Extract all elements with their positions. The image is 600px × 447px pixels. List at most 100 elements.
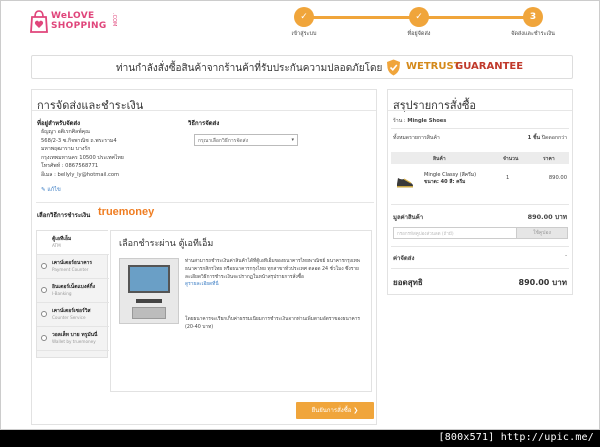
method-sub: I-Banking <box>52 291 72 296</box>
atm-details-link[interactable]: ดูรายละเอียดที่นี่ <box>185 281 367 289</box>
atm-payment-details: เลือกชำระผ่าน ตู้เอทีเอ็ม ท่านสามารถชำระ… <box>110 230 372 392</box>
item-count: 1 ชิ้น ปิดดอกกว่า <box>528 134 567 142</box>
shopping-bag-icon <box>30 10 48 33</box>
shipping-fee-value: - <box>565 253 567 259</box>
step-2-check-icon: ✓ <box>409 7 429 27</box>
logo-text: WeLOVE SHOPPING <box>51 11 107 31</box>
logo-line-2: SHOPPING <box>51 21 107 31</box>
method-sub: Counter Service <box>52 315 86 320</box>
coupon-input[interactable]: กรอกรหัสคูปองส่วนลด (ถ้ามี) <box>393 227 517 239</box>
shipping-select-value: กรุณาเลือกวิธีการจัดส่ง <box>198 138 249 144</box>
radio-button[interactable] <box>41 311 47 317</box>
divider <box>391 268 569 269</box>
method-name: เคาน์เตอร์เซอร์วิส <box>52 308 91 314</box>
guarantee-banner: ท่านกำลังสั่งซื้อสินค้าจากร้านค้าที่รับป… <box>31 55 573 79</box>
divider <box>36 202 374 203</box>
payment-method-list: ตู้เอทีเอ็ม ATM เคาน์เตอร์ธนาคาร Payment… <box>36 230 109 358</box>
method-sub: Wallet by truemoney <box>52 339 96 344</box>
radio-button[interactable] <box>41 287 47 293</box>
address-line: 568/2-3 ซ.กิจพาณิช ถ.พระราม4 <box>41 137 117 144</box>
method-name: วอลเล็ท บาย ทรูมันนี่ <box>52 332 98 338</box>
payment-method-wallet[interactable]: วอลเล็ท บาย ทรูมันนี่ Wallet by truemone… <box>37 327 109 351</box>
atm-fee-note: โดยธนาคารจะเรียกเก็บค่าธรรมเนียมการชำระเ… <box>185 317 360 330</box>
divider <box>391 204 569 205</box>
summary-title: สรุปรายการสั่งซื้อ <box>393 99 477 112</box>
product-qty: 1 <box>506 175 510 181</box>
table-header: สินค้า จำนวน ราคา <box>391 152 569 164</box>
truemoney-logo: truemoney <box>98 206 155 218</box>
site-logo[interactable]: WeLOVE SHOPPING .COM <box>29 9 121 39</box>
shipping-payment-panel: การจัดส่งและชำระเงิน ที่อยู่สำหรับจัดส่ง… <box>31 89 377 425</box>
banner-text: ท่านกำลังสั่งซื้อสินค้าจากร้านค้าที่รับป… <box>116 63 383 74</box>
item-count-label: ทั้งหมดรายการสินค้า <box>393 135 440 141</box>
address-email: อีเมล : bellyly_ly@hotmail.com <box>41 171 120 178</box>
method-sub: Payment Counter <box>52 267 89 272</box>
method-name: อินเตอร์เน็ตแบงค์กิ้ง <box>52 284 96 290</box>
item-count-value: 1 ชิ้น <box>527 135 541 141</box>
atm-machine-image <box>119 258 179 324</box>
step-3-number: 3 <box>523 7 543 27</box>
order-summary-panel: สรุปรายการสั่งซื้อ ร้าน : Mingle Shoes ท… <box>387 89 573 295</box>
product-price: 890.00 <box>548 175 567 181</box>
image-host-bar: [800x571] http://upic.me/ <box>0 430 600 447</box>
payment-method-counter-service[interactable]: เคาน์เตอร์เซอร์วิส Counter Service <box>37 303 109 327</box>
method-sub: ATM <box>52 243 61 248</box>
shop-row: ร้าน : Mingle Shoes <box>393 117 446 125</box>
atm-description: ท่านสามารถชำระเงินค่าสินค้าได้ที่ตู้เอที… <box>185 258 367 289</box>
step-1-label: เข้าสู่ระบบ <box>291 31 317 37</box>
address-line: กรุงเทพมหานคร 10500 ประเทศไทย <box>41 154 124 161</box>
shipping-address: ธัญญา อติเรกศิลพ์คุณ 568/2-3 ซ.กิจพาณิช … <box>41 128 124 180</box>
atm-keypad <box>132 307 166 319</box>
logo-line-1: WeLOVE <box>51 11 95 21</box>
edit-address-link[interactable]: ✎ แก้ไข <box>41 186 61 194</box>
product-variant: ขนาด: 40 สี: ครีม <box>424 179 466 185</box>
logo-suffix: .COM <box>111 13 117 27</box>
product-name[interactable]: Mingle Classy (สีครีม) <box>424 172 476 179</box>
atm-description-text: ท่านสามารถชำระเงินค่าสินค้าได้ที่ตู้เอที… <box>185 259 360 280</box>
shield-check-icon <box>387 59 400 76</box>
address-line: ธัญญา อติเรกศิลพ์คุณ <box>41 129 90 135</box>
image-host-caption: [800x571] http://upic.me/ <box>438 432 594 443</box>
atm-screen <box>128 265 170 293</box>
divider <box>391 128 569 129</box>
apply-coupon-button[interactable]: ใช้คูปอง <box>516 227 568 239</box>
payment-method-label: เลือกวิธีการชำระเงิน <box>37 212 91 219</box>
header: WeLOVE SHOPPING .COM ✓ ✓ 3 เข้าสู่ระบบ ท… <box>1 1 599 45</box>
divider <box>32 110 376 111</box>
column-price: ราคา <box>543 156 555 162</box>
payment-method-counter[interactable]: เคาน์เตอร์ธนาคาร Payment Counter <box>37 255 109 279</box>
chevron-down-icon: ▾ <box>291 137 294 143</box>
divider <box>391 246 569 247</box>
product-info: Mingle Classy (สีครีม) ขนาด: 40 สี: ครีม <box>424 172 476 186</box>
atm-title: เลือกชำระผ่าน ตู้เอทีเอ็ม <box>119 239 214 249</box>
divider <box>388 110 572 111</box>
subtotal-label: มูลค่าสินค้า <box>393 214 424 221</box>
wetrust-label: WETRUST <box>406 61 461 72</box>
method-name: ตู้เอทีเอ็ม <box>52 236 72 242</box>
atm-card-slot <box>136 299 162 303</box>
guarantee-label: GUARANTEE <box>455 61 524 72</box>
radio-button[interactable] <box>41 335 47 341</box>
address-title: ที่อยู่สำหรับจัดส่ง <box>37 120 81 127</box>
radio-button[interactable] <box>41 263 47 269</box>
shipping-method-title: วิธีการจัดส่ง <box>188 120 220 127</box>
step-2-label: ที่อยู่จัดส่ง <box>407 31 431 37</box>
address-phone: โทรศัพท์ : 0867568771 <box>41 163 99 170</box>
payment-method-ibanking[interactable]: อินเตอร์เน็ตแบงค์กิ้ง I-Banking <box>37 279 109 303</box>
shop-name: Mingle Shoes <box>407 118 447 124</box>
method-name: เคาน์เตอร์ธนาคาร <box>52 260 93 266</box>
subtotal-value: 890.00 บาท <box>527 213 567 221</box>
item-count-toggle[interactable]: ปิดดอกกว่า <box>542 135 567 141</box>
shipping-method-select[interactable]: กรุณาเลือกวิธีการจัดส่ง ▾ <box>194 134 298 146</box>
step-1-check-icon: ✓ <box>294 7 314 27</box>
confirm-order-button[interactable]: ยืนยันการสั่งซื้อ ❯ <box>296 402 374 419</box>
column-product: สินค้า <box>433 156 446 162</box>
net-total-label: ยอดสุทธิ <box>393 278 423 287</box>
step-3-label: จัดส่งและชำระเงิน <box>511 31 555 37</box>
shipping-fee-label: ค่าจัดส่ง <box>393 255 415 262</box>
product-thumbnail <box>397 178 413 188</box>
payment-method-atm[interactable]: ตู้เอทีเอ็ม ATM <box>37 231 109 255</box>
section-title: การจัดส่งและชำระเงิน <box>37 99 144 112</box>
shop-label: ร้าน : <box>393 118 406 124</box>
page: WeLOVE SHOPPING .COM ✓ ✓ 3 เข้าสู่ระบบ ท… <box>0 0 600 430</box>
